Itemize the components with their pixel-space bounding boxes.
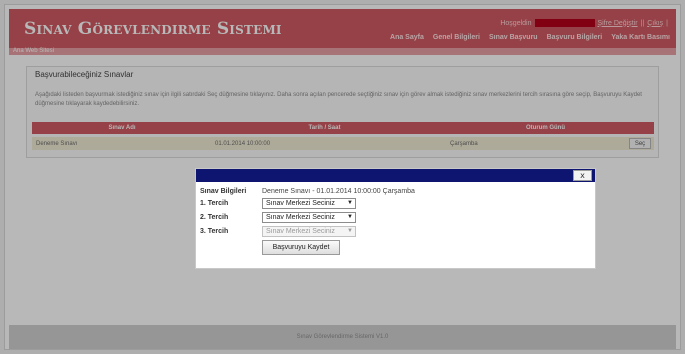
- preference-row-1: 1. Tercih Sınav Merkezi Seciniz ▼: [200, 197, 356, 209]
- chevron-down-icon: ▼: [347, 214, 353, 220]
- dialog-titlebar[interactable]: x: [196, 169, 595, 182]
- exam-info-label: Sınav Bilgileri: [200, 187, 247, 195]
- save-application-button[interactable]: Başvuruyu Kaydet: [262, 240, 340, 255]
- application-dialog: x Sınav Bilgileri Deneme Sınavı - 01.01.…: [195, 168, 596, 269]
- preference-2-select[interactable]: Sınav Merkezi Seciniz ▼: [262, 211, 356, 223]
- chevron-down-icon: ▼: [347, 228, 353, 234]
- exam-info-row: Sınav Bilgileri Deneme Sınavı - 01.01.20…: [200, 185, 415, 197]
- preference-3-value: Sınav Merkezi Seciniz: [266, 227, 335, 235]
- preference-2-label: 2. Tercih: [200, 213, 229, 221]
- exam-info-value: Deneme Sınavı - 01.01.2014 10:00:00 Çarş…: [262, 187, 415, 195]
- preference-1-label: 1. Tercih: [200, 199, 229, 207]
- preference-row-3: 3. Tercih Sınav Merkezi Seciniz ▼: [200, 225, 356, 237]
- close-button[interactable]: x: [573, 170, 592, 181]
- chevron-down-icon: ▼: [347, 200, 353, 206]
- preference-1-value: Sınav Merkezi Seciniz: [266, 199, 335, 207]
- preference-3-label: 3. Tercih: [200, 227, 229, 235]
- preference-1-select[interactable]: Sınav Merkezi Seciniz ▼: [262, 197, 356, 209]
- preference-2-value: Sınav Merkezi Seciniz: [266, 213, 335, 221]
- preference-row-2: 2. Tercih Sınav Merkezi Seciniz ▼: [200, 211, 356, 223]
- preference-3-select: Sınav Merkezi Seciniz ▼: [262, 225, 356, 237]
